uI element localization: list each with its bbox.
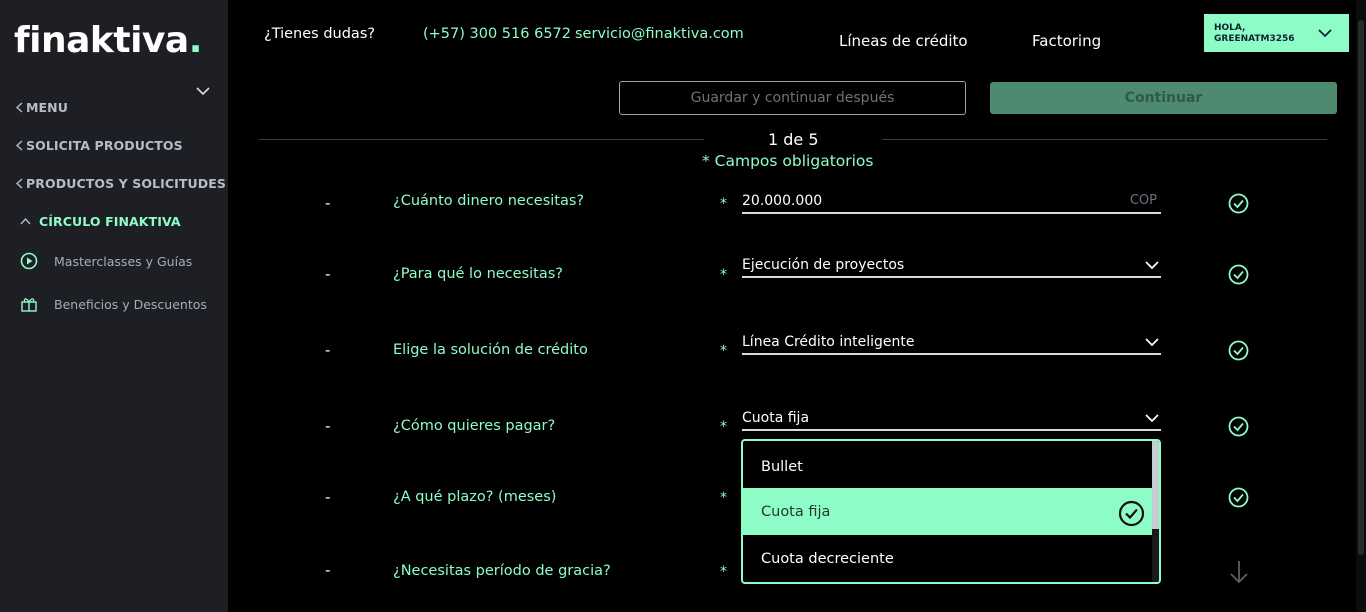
required-star: * bbox=[720, 267, 727, 283]
option-cuota-fija[interactable]: Cuota fija bbox=[743, 488, 1153, 535]
check-circle-icon bbox=[1228, 193, 1249, 214]
nav-factoring[interactable]: Factoring bbox=[1032, 32, 1101, 50]
sidebar-subitem-label: Masterclasses y Guías bbox=[54, 253, 193, 269]
purpose-label: ¿Para qué lo necesitas? bbox=[393, 266, 563, 282]
term-label: ¿A qué plazo? (meses) bbox=[393, 489, 557, 505]
sidebar-subitem-masterclasses[interactable]: Masterclasses y Guías bbox=[20, 252, 192, 270]
credit-solution-value: Línea Crédito inteligente bbox=[742, 334, 915, 350]
divider-left bbox=[259, 139, 704, 140]
check-circle-icon bbox=[1228, 487, 1249, 508]
chevron-left-icon bbox=[15, 178, 23, 189]
row-dash: - bbox=[325, 194, 331, 212]
finaktiva-logo[interactable]: finaktiva. bbox=[14, 20, 202, 61]
help-question: ¿Tienes dudas? bbox=[264, 26, 376, 42]
row-dash: - bbox=[325, 561, 331, 579]
option-label: Bullet bbox=[761, 458, 803, 475]
required-star: * bbox=[720, 564, 727, 580]
check-circle-icon bbox=[1118, 500, 1145, 527]
logo-dot: . bbox=[188, 20, 203, 61]
chevron-left-icon bbox=[15, 102, 23, 113]
sidebar-item-label: SOLICITA PRODUCTOS bbox=[26, 138, 183, 153]
required-star: * bbox=[720, 419, 727, 435]
check-circle-icon bbox=[1228, 264, 1249, 285]
chevron-down-icon bbox=[1145, 338, 1159, 347]
logo-text: finaktiva bbox=[14, 20, 189, 61]
step-indicator: 1 de 5 bbox=[768, 130, 819, 149]
row-dash: - bbox=[325, 265, 331, 283]
divider-right bbox=[882, 139, 1327, 140]
purpose-value: Ejecución de proyectos bbox=[742, 257, 905, 273]
sidebar-item-circulo-finaktiva[interactable]: CÍRCULO FINAKTIVA bbox=[20, 214, 181, 229]
option-bullet[interactable]: Bullet bbox=[743, 443, 1153, 490]
grace-period-label: ¿Necesitas período de gracia? bbox=[393, 563, 611, 579]
sidebar: finaktiva. MENU SOLICITA PRODUCTOS PRODU… bbox=[0, 0, 228, 612]
purpose-select[interactable]: Ejecución de proyectos bbox=[742, 257, 1161, 278]
row-dash: - bbox=[325, 488, 331, 506]
user-menu[interactable]: HOLA, GREENATM3256 bbox=[1204, 14, 1349, 52]
sidebar-item-label: MENU bbox=[26, 100, 68, 115]
page-scroll-thumb[interactable] bbox=[1358, 20, 1364, 555]
currency-unit: COP bbox=[1129, 193, 1157, 208]
sidebar-subitem-label: Beneficios y Descuentos bbox=[54, 296, 207, 312]
gift-icon bbox=[21, 298, 37, 312]
amount-label: ¿Cuánto dinero necesitas? bbox=[393, 193, 585, 209]
check-circle-icon bbox=[1228, 340, 1249, 361]
payment-select[interactable]: Cuota fija bbox=[742, 410, 1161, 431]
sidebar-subitem-beneficios[interactable]: Beneficios y Descuentos bbox=[20, 295, 207, 313]
option-label: Cuota decreciente bbox=[761, 550, 894, 567]
chevron-down-icon bbox=[1145, 414, 1159, 423]
payment-label: ¿Cómo quieres pagar? bbox=[393, 418, 556, 434]
amount-input[interactable]: 20.000.000 COP bbox=[742, 193, 1161, 214]
required-note: * Campos obligatorios bbox=[702, 152, 874, 170]
dropdown-scroll-thumb[interactable] bbox=[1152, 441, 1159, 529]
sidebar-item-menu[interactable]: MENU bbox=[15, 100, 68, 115]
email-link[interactable]: servicio@finaktiva.com bbox=[575, 26, 744, 42]
payment-value: Cuota fija bbox=[742, 410, 810, 426]
sidebar-item-label: CÍRCULO FINAKTIVA bbox=[39, 214, 181, 229]
sidebar-item-label: PRODUCTOS Y SOLICITUDES bbox=[26, 176, 226, 191]
required-star: * bbox=[720, 196, 727, 212]
row-dash: - bbox=[325, 341, 331, 359]
check-circle-icon bbox=[1228, 416, 1249, 437]
credit-solution-select[interactable]: Línea Crédito inteligente bbox=[742, 334, 1161, 355]
save-continue-later-button[interactable]: Guardar y continuar después bbox=[619, 81, 966, 115]
chevron-left-icon bbox=[15, 140, 23, 151]
chevron-down-icon[interactable] bbox=[194, 82, 212, 100]
sidebar-item-solicita-productos[interactable]: SOLICITA PRODUCTOS bbox=[15, 138, 183, 153]
play-circle-icon bbox=[20, 252, 38, 270]
sidebar-item-productos-solicitudes[interactable]: PRODUCTOS Y SOLICITUDES bbox=[15, 176, 226, 191]
amount-value: 20.000.000 bbox=[742, 193, 823, 209]
phone-link[interactable]: (+57) 300 516 6572 bbox=[423, 26, 571, 42]
option-label: Cuota fija bbox=[761, 503, 831, 520]
row-dash: - bbox=[325, 417, 331, 435]
continue-button[interactable]: Continuar bbox=[990, 82, 1337, 114]
arrow-down-icon bbox=[1230, 561, 1248, 584]
chevron-down-icon bbox=[1318, 29, 1332, 38]
required-star: * bbox=[720, 343, 727, 359]
option-cuota-decreciente[interactable]: Cuota decreciente bbox=[743, 535, 1153, 582]
required-star: * bbox=[720, 490, 727, 506]
chevron-up-icon bbox=[20, 217, 31, 225]
credit-solution-label: Elige la solución de crédito bbox=[393, 342, 588, 358]
chevron-down-icon bbox=[1145, 261, 1159, 270]
nav-lineas-credito[interactable]: Líneas de crédito bbox=[839, 32, 968, 50]
payment-dropdown-list[interactable]: Bullet Cuota fija Cuota decreciente bbox=[741, 439, 1161, 584]
